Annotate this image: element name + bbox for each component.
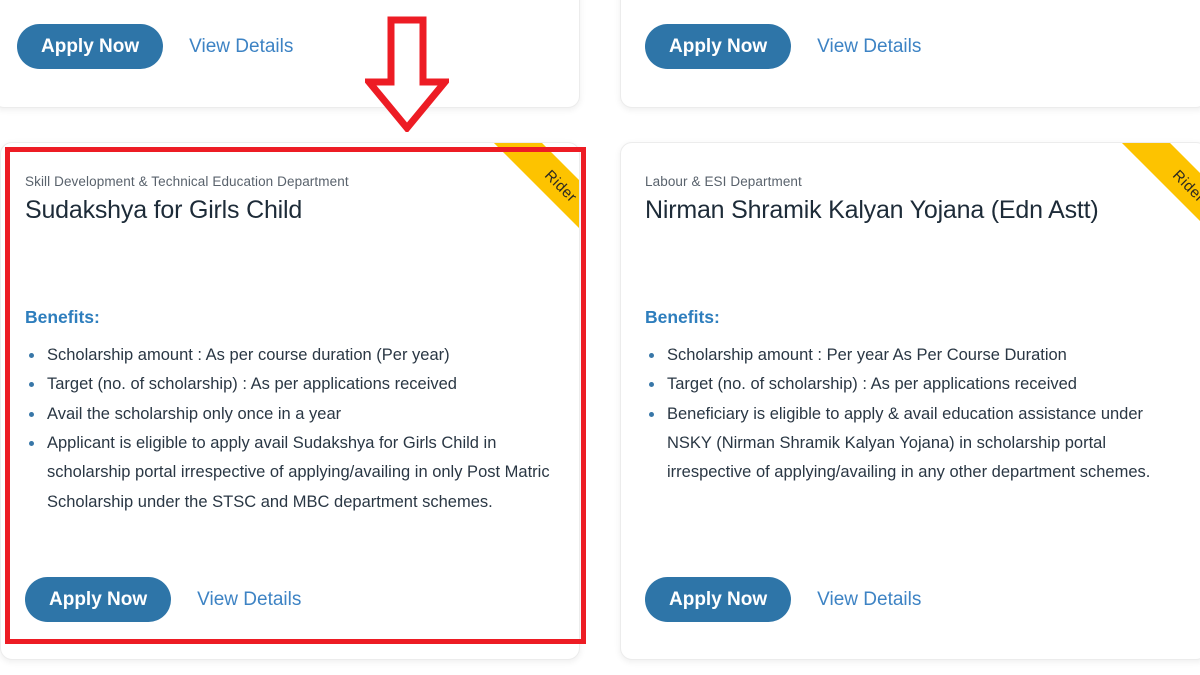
scholarship-scheme-listing: Apply Now View Details Apply Now View De… — [0, 0, 1200, 675]
scheme-card-top-right: Apply Now View Details — [620, 0, 1200, 108]
rider-ribbon-label: Rider — [541, 166, 579, 206]
apply-now-button[interactable]: Apply Now — [645, 24, 792, 69]
apply-now-button[interactable]: Apply Now — [645, 577, 792, 622]
apply-now-button[interactable]: Apply Now — [25, 577, 172, 622]
scheme-card-nirman-shramik-kalyan-yojana[interactable]: Rider Labour & ESI Department Nirman Shr… — [620, 142, 1200, 660]
benefits-heading: Benefits: — [645, 307, 720, 327]
scheme-title: Sudakshya for Girls Child — [25, 196, 303, 224]
benefit-item: Avail the scholarship only once in a yea… — [25, 400, 555, 429]
benefit-item: Beneficiary is eligible to apply & avail… — [645, 400, 1175, 488]
scheme-title: Nirman Shramik Kalyan Yojana (Edn Astt) — [645, 196, 1099, 224]
card-actions: Apply Now View Details — [25, 577, 301, 622]
card-actions: Apply Now View Details — [645, 577, 921, 622]
view-details-link[interactable]: View Details — [197, 589, 301, 611]
view-details-link[interactable]: View Details — [817, 36, 921, 58]
benefits-heading: Benefits: — [25, 307, 100, 327]
apply-now-button[interactable]: Apply Now — [17, 24, 164, 69]
benefit-item: Target (no. of scholarship) : As per app… — [645, 370, 1175, 399]
card-body: Labour & ESI Department Nirman Shramik K… — [645, 174, 1185, 225]
card-actions: Apply Now View Details — [645, 24, 921, 69]
card-actions: Apply Now View Details — [17, 24, 293, 69]
benefit-item: Target (no. of scholarship) : As per app… — [25, 370, 555, 399]
benefit-item: Scholarship amount : As per course durat… — [25, 341, 555, 370]
card-body: Skill Development & Technical Education … — [25, 174, 540, 225]
benefits-section: Benefits: Scholarship amount : Per year … — [645, 307, 1175, 488]
benefits-section: Benefits: Scholarship amount : As per co… — [25, 307, 555, 517]
scheme-card-top-left: Apply Now View Details — [0, 0, 580, 108]
benefit-item: Applicant is eligible to apply avail Sud… — [25, 429, 555, 517]
department-label: Skill Development & Technical Education … — [25, 174, 349, 189]
department-label: Labour & ESI Department — [645, 174, 802, 189]
benefit-item: Scholarship amount : Per year As Per Cou… — [645, 341, 1175, 370]
benefits-list: Scholarship amount : As per course durat… — [25, 341, 555, 517]
view-details-link[interactable]: View Details — [817, 589, 921, 611]
scheme-card-sudakshya-for-girls-child[interactable]: Rider Skill Development & Technical Educ… — [0, 142, 580, 660]
benefits-list: Scholarship amount : Per year As Per Cou… — [645, 341, 1175, 488]
view-details-link[interactable]: View Details — [189, 36, 293, 58]
